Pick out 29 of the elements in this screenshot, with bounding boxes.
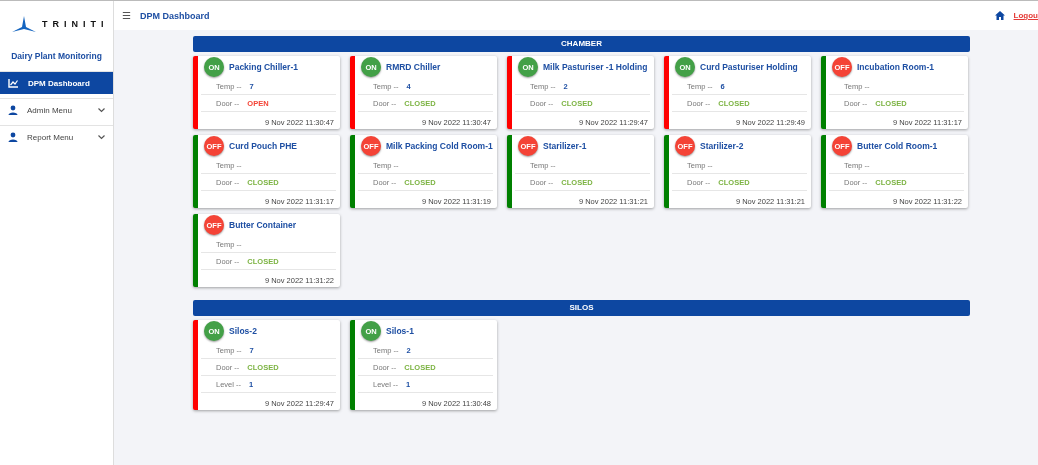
nav-item[interactable]: Report Menu xyxy=(0,125,113,148)
logout-link[interactable]: Logou xyxy=(1013,11,1038,20)
device-name: Starilizer-2 xyxy=(700,141,744,151)
app-title: Dairy Plant Monitoring xyxy=(10,51,103,61)
page-title: DPM Dashboard xyxy=(140,10,211,21)
person-icon xyxy=(8,105,18,115)
device-name: Milk Pasturiser -1 Holding xyxy=(543,62,648,72)
person-icon xyxy=(8,132,18,142)
brand-name: TRINITI xyxy=(42,18,109,29)
device-name: Curd Pasturiser Holding xyxy=(700,62,798,72)
device-name: Incubation Room-1 xyxy=(857,62,934,72)
device-name: RMRD Chiller xyxy=(386,62,441,72)
section-header: SILOS xyxy=(193,300,970,316)
section-header: CHAMBER xyxy=(193,36,970,52)
device-name: Silos-2 xyxy=(229,326,257,336)
nav-item[interactable]: Admin Menu xyxy=(0,98,113,121)
chart-icon xyxy=(8,78,19,88)
device-name: Packing Chiller-1 xyxy=(229,62,298,72)
device-name: Silos-1 xyxy=(386,326,414,336)
home-icon[interactable] xyxy=(994,11,1005,20)
chevron-down-icon xyxy=(98,107,105,113)
nav-item[interactable]: DPM Dashboard xyxy=(0,71,113,94)
device-name: Milk Packing Cold Room-1 xyxy=(386,141,493,151)
device-name: Butter Container xyxy=(229,220,297,230)
chevron-down-icon xyxy=(98,134,105,140)
device-name: Curd Pouch PHE xyxy=(229,141,297,151)
menu-button[interactable]: ☰ xyxy=(122,10,131,21)
device-name: Starilizer-1 xyxy=(543,141,587,151)
device-name: Butter Cold Room-1 xyxy=(857,141,938,151)
